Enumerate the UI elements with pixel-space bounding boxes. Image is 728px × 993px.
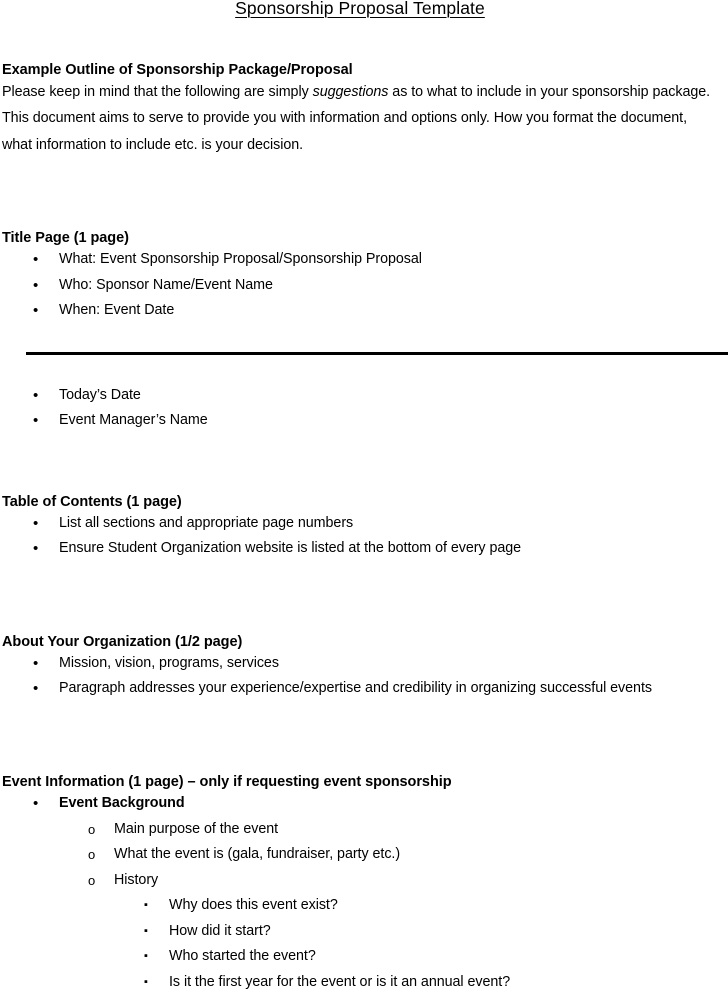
list-item: ▪ Who started the event? <box>2 944 718 970</box>
section-heading-table-of-contents: Table of Contents (1 page) <box>2 493 182 510</box>
list-item: o What the event is (gala, fundraiser, pa… <box>2 842 718 868</box>
bullet-icon: ▪ <box>144 899 148 912</box>
bullet-icon: o <box>88 821 96 837</box>
list-item-label: When: Event Date <box>59 302 175 319</box>
list-item-label: Why does this event exist? <box>169 897 338 914</box>
list-item: • List all sections and appropriate page … <box>2 511 718 537</box>
section-heading-about-your-organization: About Your Organization (1/2 page) <box>2 633 243 650</box>
section-heading-title-page: Title Page (1 page) <box>2 230 129 247</box>
bullet-icon: ▪ <box>144 950 148 963</box>
list-item: • When: Event Date <box>2 298 718 324</box>
list-item: o History <box>2 868 718 894</box>
bullet-icon: ▪ <box>144 924 148 937</box>
list-item-label: History <box>114 871 159 888</box>
list-item-label: Event Manager’s Name <box>59 412 208 429</box>
page-title-text: Sponsorship Proposal Template <box>235 0 485 18</box>
document-body: Sponsorship Proposal Template Example Ou… <box>0 0 728 993</box>
bullet-icon: o <box>88 847 96 863</box>
title-page-list-before-rule: • What: Event Sponsorship Proposal/Sponso… <box>2 247 718 324</box>
event-information-outline: • Event Background o Main purpose of the ev… <box>2 791 718 993</box>
page-title: Sponsorship Proposal Template <box>2 0 718 18</box>
table-of-contents-list: • List all sections and appropriate page … <box>2 511 718 562</box>
list-item-label: How did it start? <box>169 922 271 939</box>
list-item: • Event Manager’s Name <box>2 408 718 434</box>
bullet-icon: o <box>88 872 96 888</box>
list-item: • Mission, vision, programs, services <box>2 651 718 677</box>
bullet-icon: • <box>33 680 39 698</box>
list-item-label: Event Background <box>59 795 185 812</box>
bullet-icon: • <box>33 795 39 813</box>
intro-paragraph-part1: Please keep in mind that the following a… <box>2 83 313 100</box>
list-item-label: Who: Sponsor Name/Event Name <box>59 276 273 293</box>
list-item: ▪ Is it the first year for the event or i… <box>2 970 718 993</box>
list-item: • Paragraph addresses your experience/exp… <box>2 676 718 702</box>
intro-heading: Example Outline of Sponsorship Package/P… <box>2 61 353 78</box>
list-item-label: List all sections and appropriate page n… <box>59 514 354 531</box>
document-page: Sponsorship Proposal Template Example Ou… <box>0 0 728 993</box>
list-item: • Ensure Student Organization website is … <box>2 536 718 562</box>
about-your-organization-list: • Mission, vision, programs, services • Pa… <box>2 651 718 702</box>
list-item-label: Mission, vision, programs, services <box>59 654 279 671</box>
bullet-icon: • <box>33 251 39 269</box>
bullet-icon: • <box>33 514 39 532</box>
list-item: • What: Event Sponsorship Proposal/Sponso… <box>2 247 718 273</box>
section-heading-event-information: Event Information (1 page) – only if req… <box>2 773 452 790</box>
list-item-label: What: Event Sponsorship Proposal/Sponsor… <box>59 251 422 268</box>
list-item-label: Today’s Date <box>59 386 141 403</box>
bullet-icon: • <box>33 276 39 294</box>
intro-paragraph-italic: suggestions <box>312 83 389 100</box>
bullet-icon: • <box>33 654 39 672</box>
bullet-icon: • <box>33 540 39 558</box>
list-item-label: Who started the event? <box>169 948 316 965</box>
bullet-icon: ▪ <box>144 975 148 988</box>
bullet-icon: • <box>33 386 39 404</box>
list-item: • Who: Sponsor Name/Event Name <box>2 273 718 299</box>
title-page-list-after-rule: • Today’s Date • Event Manager’s Name <box>2 383 718 434</box>
list-item: • Event Background <box>2 791 718 817</box>
list-item: ▪ Why does this event exist? <box>2 893 718 919</box>
list-item-label: Is it the first year for the event or is… <box>169 973 511 990</box>
list-item-label: Ensure Student Organization website is l… <box>59 540 522 557</box>
list-item: o Main purpose of the event <box>2 817 718 843</box>
list-item-label: Paragraph addresses your experience/expe… <box>59 680 652 697</box>
bullet-icon: • <box>33 412 39 430</box>
intro-paragraph: Please keep in mind that the following a… <box>2 79 718 159</box>
list-item-label: Main purpose of the event <box>114 820 279 837</box>
list-item: ▪ How did it start? <box>2 919 718 945</box>
bullet-icon: • <box>33 302 39 320</box>
list-item-label: What the event is (gala, fundraiser, par… <box>114 846 401 863</box>
list-item: • Today’s Date <box>2 383 718 409</box>
